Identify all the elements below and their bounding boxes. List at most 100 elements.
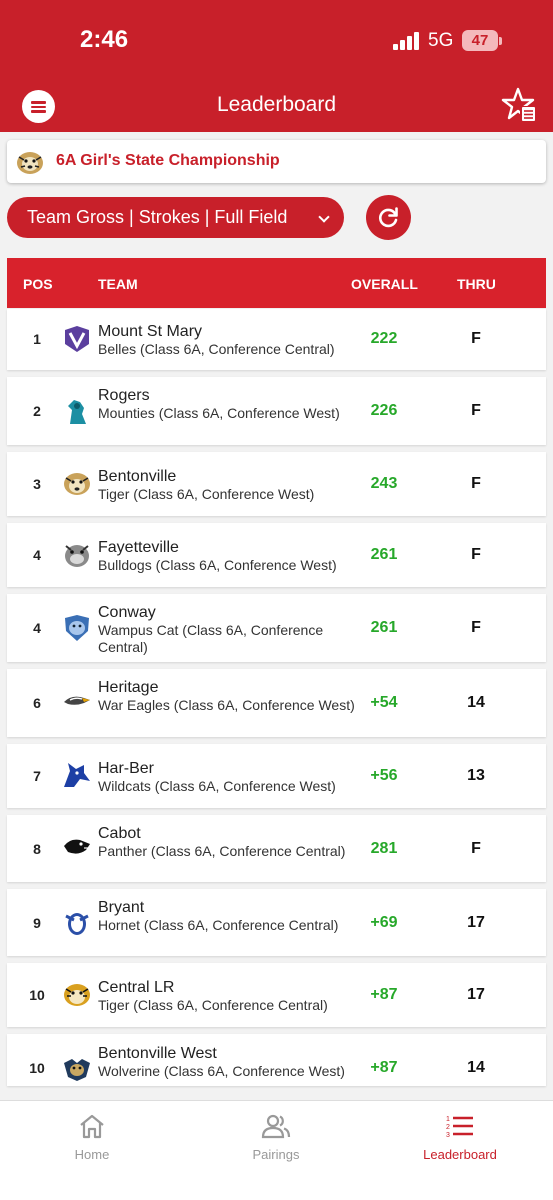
overall-score: 261: [370, 619, 398, 636]
nav-leaderboard[interactable]: 1 2 3 Leaderboard: [390, 1113, 530, 1162]
team-description: Panther (Class 6A, Conference Central): [98, 843, 346, 859]
refresh-button[interactable]: [366, 195, 411, 240]
row-position: 2: [33, 403, 41, 419]
table-row[interactable]: 10 Bentonville West Wolverine (Class 6A,…: [7, 1034, 546, 1086]
row-position: 10: [29, 987, 45, 1003]
holes-thru: 17: [467, 914, 485, 931]
team-name: Conway: [98, 604, 156, 621]
row-position: 6: [33, 695, 41, 711]
holes-thru: 14: [467, 694, 485, 711]
panther-logo-icon: [64, 839, 90, 854]
team-description: Tiger (Class 6A, Conference Central): [98, 997, 328, 1013]
overall-score: 261: [370, 546, 398, 563]
nav-pairings-label: Pairings: [252, 1147, 300, 1162]
overall-score: +87: [370, 986, 398, 1003]
column-pos: POS: [23, 276, 53, 292]
page-title: Leaderboard: [216, 93, 337, 116]
overall-score: +69: [370, 914, 398, 931]
users-icon: [261, 1114, 291, 1139]
overall-score: +87: [370, 1059, 398, 1076]
holes-thru: F: [471, 619, 481, 636]
team-name: Har-Ber: [98, 760, 155, 777]
holes-thru: F: [471, 330, 481, 347]
filter-label: Team Gross | Strokes | Full Field: [27, 207, 288, 227]
overall-score: +56: [370, 767, 398, 784]
team-name: Bentonville: [98, 468, 177, 485]
team-description: Wolverine (Class 6A, Conference West): [98, 1063, 345, 1079]
battery-tip: [499, 37, 502, 45]
ranked-list-icon: 1 2 3: [446, 1116, 473, 1139]
holes-thru: 14: [467, 1059, 485, 1076]
overall-score: 222: [370, 330, 398, 347]
team-name: Heritage: [98, 679, 159, 696]
row-position: 9: [33, 915, 41, 931]
row-position: 8: [33, 841, 41, 857]
overall-score: 243: [370, 475, 398, 492]
column-thru: THRU: [457, 276, 496, 292]
wolverine-logo-icon: [64, 1059, 90, 1081]
table-row[interactable]: 10 Central LR Tiger (Class 6A, Conferenc…: [7, 963, 546, 1027]
team-description: Wildcats (Class 6A, Conference West): [98, 778, 336, 794]
overall-score: 226: [370, 402, 398, 419]
table-row[interactable]: 4 Fayetteville Bulldogs (Class 6A, Confe…: [7, 523, 546, 587]
svg-text:2: 2: [446, 1124, 450, 1131]
signal-icon: [393, 32, 421, 50]
team-description: Tiger (Class 6A, Conference West): [98, 486, 315, 502]
event-selector[interactable]: 6A Girl's State Championship: [7, 140, 546, 183]
app-header: 2:46 5G 47 Leaderboard: [0, 0, 553, 132]
team-name: Bentonville West: [98, 1045, 217, 1062]
eagle-logo-icon: [64, 696, 90, 705]
table-row[interactable]: 9 Bryant Hornet (Class 6A, Conference Ce…: [7, 889, 546, 956]
table-row[interactable]: 1 Mount St Mary Belles (Class 6A, Confer…: [7, 309, 546, 370]
nav-home[interactable]: Home: [22, 1113, 162, 1162]
tiger-logo-icon: [64, 984, 90, 1006]
tiger-logo-icon: [17, 152, 43, 174]
row-position: 10: [29, 1060, 45, 1076]
overall-score: +54: [370, 694, 398, 711]
belles-logo-icon: [65, 326, 89, 352]
nav-pairings[interactable]: Pairings: [206, 1113, 346, 1162]
refresh-icon: [378, 207, 398, 228]
team-description: Bulldogs (Class 6A, Conference West): [98, 557, 337, 573]
holes-thru: 17: [467, 986, 485, 1003]
nav-leaderboard-label: Leaderboard: [423, 1147, 497, 1162]
leaderboard-filter-dropdown[interactable]: Team Gross | Strokes | Full Field: [7, 197, 344, 238]
holes-thru: 13: [467, 767, 485, 784]
team-name: Central LR: [98, 979, 175, 996]
table-row[interactable]: 8 Cabot Panther (Class 6A, Conference Ce…: [7, 815, 546, 882]
network-type: 5G: [428, 30, 454, 51]
bottom-nav: Home Pairings 1 2 3 Leaderboard: [0, 1100, 553, 1200]
row-position: 1: [33, 331, 41, 347]
team-description: Mounties (Class 6A, Conference West): [98, 405, 340, 421]
table-row[interactable]: 6 Heritage War Eagles (Class 6A, Confere…: [7, 669, 546, 737]
team-name: Cabot: [98, 825, 141, 842]
home-icon: [80, 1114, 104, 1139]
team-description: War Eagles (Class 6A, Conference West): [98, 697, 355, 713]
tiger-logo-icon: [64, 473, 90, 495]
team-name: Bryant: [98, 899, 145, 916]
column-team: TEAM: [98, 276, 138, 292]
holes-thru: F: [471, 475, 481, 492]
mounties-logo-icon: [68, 400, 86, 424]
holes-thru: F: [471, 840, 481, 857]
hornet-logo-icon: [65, 913, 89, 935]
leaderboard-table-header: POS TEAM OVERALL THRU: [7, 258, 546, 308]
team-name: Rogers: [98, 387, 150, 404]
overall-score: 281: [370, 840, 398, 857]
favorites-star-icon[interactable]: [500, 86, 540, 126]
team-description: Belles (Class 6A, Conference Central): [98, 341, 335, 357]
team-description: Hornet (Class 6A, Conference Central): [98, 917, 339, 933]
table-row[interactable]: 4 Conway Wampus Cat (Class 6A, Conferenc…: [7, 594, 546, 662]
row-position: 4: [33, 620, 41, 636]
table-row[interactable]: 3 Bentonville Tiger (Class 6A, Conferenc…: [7, 452, 546, 516]
table-row[interactable]: 7 Har-Ber Wildcats (Class 6A, Conference…: [7, 744, 546, 808]
svg-text:1: 1: [446, 1116, 450, 1123]
row-position: 7: [33, 768, 41, 784]
table-row[interactable]: 2 Rogers Mounties (Class 6A, Conference …: [7, 377, 546, 445]
bulldog-logo-icon: [65, 545, 89, 567]
row-position: 4: [33, 547, 41, 563]
status-time: 2:46: [80, 26, 129, 53]
wampus-cat-logo-icon: [65, 615, 89, 641]
column-overall: OVERALL: [351, 276, 418, 292]
nav-home-label: Home: [74, 1147, 110, 1162]
